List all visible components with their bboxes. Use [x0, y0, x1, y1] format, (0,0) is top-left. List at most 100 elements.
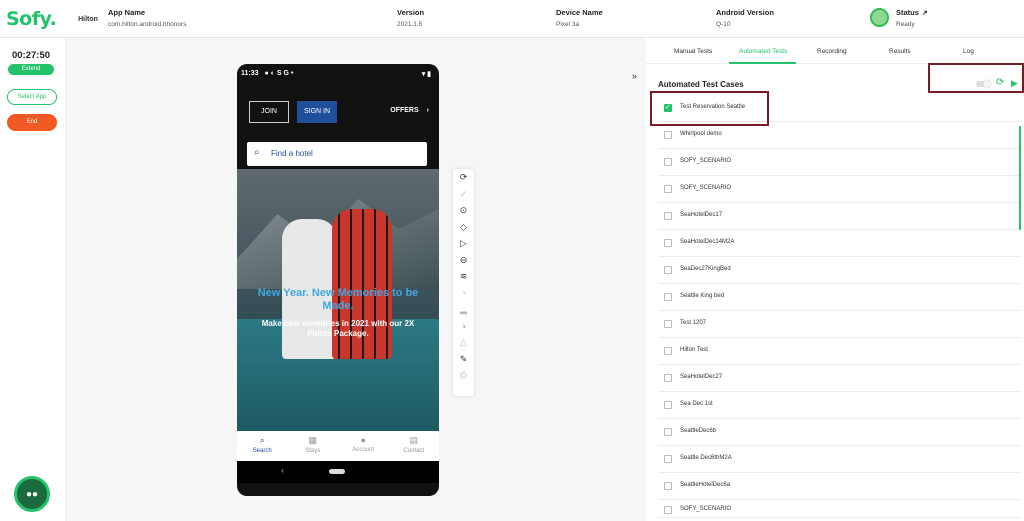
extend-button[interactable]: Extend — [8, 64, 54, 75]
wifi-icon[interactable]: ≋ — [453, 268, 474, 285]
list-item[interactable]: SeattleHotelDec6a — [658, 473, 1020, 500]
offers-link[interactable]: OFFERS › — [390, 107, 429, 114]
test-name: SOFY_SCENARIO — [680, 158, 732, 164]
tab-stays[interactable]: ▦ Stays — [288, 431, 339, 461]
test-checkbox[interactable] — [664, 506, 672, 514]
app-name-value: com.hilton.android.hhonors — [108, 21, 187, 28]
test-checkbox[interactable] — [664, 428, 672, 436]
app-name-block: App Name com.hilton.android.hhonors — [108, 8, 186, 28]
android-nav-bar: ‹ — [237, 461, 439, 483]
person-icon: ● — [360, 435, 366, 445]
list-item[interactable]: SeaHotelDec14M2A — [658, 230, 1020, 257]
find-hotel-search[interactable]: ⌕ Find a hotel — [247, 142, 427, 166]
end-button[interactable]: End — [7, 114, 57, 131]
printer-icon[interactable]: ⎙ — [453, 367, 474, 384]
tab-label: Account — [352, 447, 375, 453]
search-icon: ⌕ — [259, 435, 265, 445]
chat-support-icon[interactable]: ●● — [14, 476, 50, 512]
test-name: SeaHotelDec27 — [680, 374, 723, 380]
version-block: Version 2021.1.5 — [397, 8, 424, 28]
tab-label: Contact — [403, 448, 425, 454]
hero-title: New Year. New Memories to be Made. — [257, 287, 419, 312]
android-version-label: Android Version — [716, 8, 774, 17]
join-button[interactable]: JOIN — [249, 101, 289, 123]
list-item[interactable]: Seattle King bed — [658, 284, 1020, 311]
highlight-box-selected-test — [650, 91, 769, 126]
status-value: Ready — [896, 21, 915, 28]
minus-circle-icon[interactable]: ⊖ — [453, 252, 474, 269]
home-pill-icon[interactable] — [329, 469, 345, 474]
test-name: SOFY_SCENARIO — [680, 506, 732, 512]
tab-log[interactable]: Log — [963, 48, 974, 55]
test-checkbox[interactable] — [664, 212, 672, 220]
tab-automated-tests[interactable]: Automated Tests — [739, 48, 787, 55]
sofy-logo: Sofy. — [6, 8, 57, 30]
select-app-button[interactable]: Select App — [7, 89, 57, 105]
collapse-panel-icon[interactable]: » — [632, 71, 644, 83]
offers-label: OFFERS — [390, 107, 419, 114]
list-item[interactable]: SeaHotelDec17 — [658, 203, 1020, 230]
test-checkbox[interactable] — [664, 266, 672, 274]
play-circle-icon[interactable]: ▷ — [453, 235, 474, 252]
tab-results[interactable]: Results — [889, 48, 911, 55]
hero-banner[interactable]: New Year. New Memories to be Made. Make … — [237, 169, 439, 431]
test-checkbox[interactable] — [664, 239, 672, 247]
rotate-icon[interactable]: ⟳ — [453, 169, 474, 186]
eraser-icon[interactable]: ◇ — [453, 219, 474, 236]
list-item[interactable]: SOFY_SCENARIO — [658, 176, 1020, 203]
list-item[interactable]: SOFY_SCENARIO — [658, 500, 1020, 518]
tab-contact[interactable]: ▤ Contact — [389, 431, 440, 461]
list-item[interactable]: SeaHotelDec27 — [658, 365, 1020, 392]
alarm-icon[interactable]: ◔ — [453, 285, 474, 302]
search-icon: ⌕ — [254, 147, 260, 158]
hero-subtitle: Make new memories in 2021 with our 2X Po… — [261, 319, 415, 338]
test-checkbox[interactable] — [664, 482, 672, 490]
version-label: Version — [397, 8, 425, 17]
test-checkbox[interactable] — [664, 320, 672, 328]
test-checkbox[interactable] — [664, 347, 672, 355]
list-item[interactable]: SOFY_SCENARIO — [658, 149, 1020, 176]
tab-search[interactable]: ⌕ Search — [237, 431, 288, 461]
stop-circle-icon[interactable]: ⊙ — [453, 202, 474, 219]
automated-test-cases-title: Automated Test Cases — [658, 80, 744, 89]
list-item[interactable]: Whirlpool demo — [658, 122, 1020, 149]
warning-icon[interactable]: △ — [453, 334, 474, 351]
list-item[interactable]: Sea Dec 1st — [658, 392, 1020, 419]
test-checkbox[interactable] — [664, 131, 672, 139]
signal-icon[interactable]: ▂ — [453, 301, 474, 318]
gauge-icon[interactable]: ◑ — [453, 318, 474, 335]
list-item[interactable]: Hilton Test — [658, 338, 1020, 365]
test-checkbox[interactable] — [664, 374, 672, 382]
test-name: SeattleDec6b — [680, 428, 717, 434]
phone-screen[interactable]: 11:33 ● ◐ S G • ▾ ▮ JOIN SIGN IN OFFERS ›… — [237, 64, 439, 496]
active-tab-indicator — [729, 62, 796, 64]
tab-recording[interactable]: Recording — [817, 48, 847, 55]
list-item[interactable]: SeattleDec6b — [658, 419, 1020, 446]
back-icon[interactable]: ‹ — [281, 465, 284, 475]
test-panel: Manual Tests Automated Tests Recording R… — [646, 38, 1024, 521]
test-name: SeaHotelDec17 — [680, 212, 723, 218]
test-checkbox[interactable] — [664, 158, 672, 166]
tab-account[interactable]: ● Account — [338, 431, 389, 461]
search-placeholder: Find a hotel — [271, 149, 313, 158]
list-scrollbar[interactable] — [1019, 126, 1021, 230]
test-checkbox[interactable] — [664, 293, 672, 301]
test-name: SOFY_SCENARIO — [680, 185, 732, 191]
tab-manual-tests[interactable]: Manual Tests — [674, 48, 712, 55]
test-name: Seattle Dec6thM2A — [680, 455, 732, 461]
test-checkbox[interactable] — [664, 455, 672, 463]
android-version-value: Q-10 — [716, 21, 731, 28]
sign-in-button[interactable]: SIGN IN — [297, 101, 337, 123]
list-item[interactable]: Test 1207 — [658, 311, 1020, 338]
test-checkbox[interactable] — [664, 185, 672, 193]
check-circle-icon[interactable]: ✓ — [453, 186, 474, 203]
edit-icon[interactable]: ✎ — [453, 351, 474, 368]
test-checkbox[interactable] — [664, 401, 672, 409]
external-link-icon[interactable]: ↗ — [922, 10, 928, 17]
phone-time: 11:33 — [241, 70, 259, 77]
device-area: » 11:33 ● ◐ S G • ▾ ▮ JOIN SIGN IN OFFER… — [66, 38, 646, 521]
list-item[interactable]: Seattle Dec6thM2A — [658, 446, 1020, 473]
timer-value: 00:27:50 — [11, 50, 51, 61]
list-item[interactable]: SeaDec27KingBed — [658, 257, 1020, 284]
test-name: SeaHotelDec14M2A — [680, 239, 735, 245]
